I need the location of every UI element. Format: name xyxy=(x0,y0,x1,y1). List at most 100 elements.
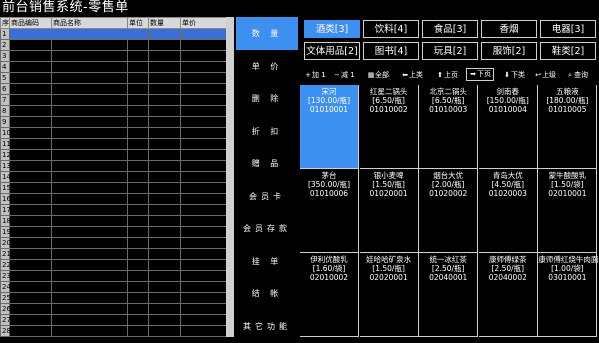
table-cell[interactable] xyxy=(127,149,149,161)
table-row[interactable]: 2 xyxy=(0,39,227,51)
table-cell[interactable] xyxy=(9,237,52,249)
category-button[interactable]: 电器[3] xyxy=(540,20,596,38)
table-cell[interactable] xyxy=(51,105,128,117)
column-header[interactable]: 数量 xyxy=(148,17,181,29)
table-cell[interactable] xyxy=(180,28,227,40)
table-cell[interactable] xyxy=(148,270,181,282)
table-row[interactable]: 19 xyxy=(0,226,227,238)
table-cell[interactable] xyxy=(9,116,52,128)
table-cell[interactable] xyxy=(51,72,128,84)
category-button[interactable]: 服饰[2] xyxy=(481,42,537,60)
other-functions-button[interactable]: 其它功能 xyxy=(236,310,298,343)
table-cell[interactable] xyxy=(127,281,149,293)
table-cell[interactable] xyxy=(51,171,128,183)
table-cell[interactable] xyxy=(180,83,227,95)
next-category-button[interactable]: ⬇下类 xyxy=(503,68,525,82)
table-cell[interactable] xyxy=(180,193,227,205)
table-cell[interactable] xyxy=(51,204,128,216)
table-row[interactable]: 23 xyxy=(0,270,227,282)
table-cell[interactable] xyxy=(127,138,149,150)
column-header[interactable]: 单位 xyxy=(127,17,149,29)
table-cell[interactable] xyxy=(51,325,128,337)
table-cell[interactable] xyxy=(9,303,52,315)
table-cell[interactable] xyxy=(127,28,149,40)
category-button[interactable]: 酒类[3] xyxy=(304,20,360,38)
table-cell[interactable] xyxy=(51,215,128,227)
product-tile[interactable]: 北京二锅头 [6.50/瓶] 01010003 xyxy=(419,85,479,169)
next-page-button[interactable]: ➡下页 xyxy=(466,68,494,81)
table-cell[interactable] xyxy=(127,127,149,139)
table-cell[interactable] xyxy=(148,314,181,326)
table-row[interactable]: 5 xyxy=(0,72,227,84)
table-cell[interactable] xyxy=(9,314,52,326)
table-row[interactable]: 14 xyxy=(0,171,227,183)
table-cell[interactable] xyxy=(180,94,227,106)
column-header[interactable]: 单价 xyxy=(180,17,227,29)
category-button[interactable]: 图书[4] xyxy=(363,42,419,60)
table-cell[interactable] xyxy=(51,50,128,62)
table-row[interactable]: 21 xyxy=(0,248,227,260)
order-grid[interactable]: 序商品编码 商品名称 单位 数量 单价 1 2 3 4 5 6 7 8 9 10 11 12 13 14 15 16 1… xyxy=(0,17,234,337)
table-cell[interactable] xyxy=(180,160,227,172)
table-cell[interactable] xyxy=(148,50,181,62)
table-cell[interactable] xyxy=(51,160,128,172)
table-cell[interactable] xyxy=(9,193,52,205)
table-cell[interactable] xyxy=(127,50,149,62)
table-cell[interactable] xyxy=(148,94,181,106)
column-header[interactable]: 商品编码 xyxy=(9,17,52,29)
table-cell[interactable] xyxy=(148,28,181,40)
category-button[interactable]: 文体用品[2] xyxy=(304,42,360,60)
table-cell[interactable] xyxy=(180,127,227,139)
prev-page-button[interactable]: ⬆上页 xyxy=(436,68,458,82)
table-cell[interactable] xyxy=(148,83,181,95)
category-button[interactable]: 饮料[4] xyxy=(363,20,419,38)
table-cell[interactable] xyxy=(127,193,149,205)
table-cell[interactable] xyxy=(127,314,149,326)
table-cell[interactable] xyxy=(9,171,52,183)
table-row[interactable]: 6 xyxy=(0,83,227,95)
table-cell[interactable] xyxy=(180,237,227,249)
table-cell[interactable] xyxy=(180,39,227,51)
table-cell[interactable] xyxy=(51,281,128,293)
table-cell[interactable] xyxy=(51,138,128,150)
table-cell[interactable] xyxy=(148,248,181,260)
product-tile[interactable]: 剑南春 [150.00/瓶] 01010004 xyxy=(478,85,538,169)
table-cell[interactable] xyxy=(180,292,227,304)
table-row[interactable]: 18 xyxy=(0,215,227,227)
table-cell[interactable] xyxy=(51,116,128,128)
table-cell[interactable] xyxy=(148,237,181,249)
table-cell[interactable] xyxy=(127,83,149,95)
table-cell[interactable] xyxy=(9,248,52,260)
checkout-button[interactable]: 结 帐 xyxy=(236,277,298,310)
table-cell[interactable] xyxy=(51,182,128,194)
table-cell[interactable] xyxy=(51,303,128,315)
table-cell[interactable] xyxy=(127,171,149,183)
table-cell[interactable] xyxy=(148,226,181,238)
table-cell[interactable] xyxy=(9,182,52,194)
table-cell[interactable] xyxy=(9,138,52,150)
table-cell[interactable] xyxy=(51,270,128,282)
table-cell[interactable] xyxy=(51,259,128,271)
column-header[interactable]: 序 xyxy=(0,17,10,29)
table-cell[interactable] xyxy=(127,270,149,282)
table-cell[interactable] xyxy=(148,281,181,293)
table-cell[interactable] xyxy=(9,83,52,95)
table-cell[interactable] xyxy=(51,193,128,205)
table-cell[interactable] xyxy=(127,303,149,315)
add-one-button[interactable]: +加 1 xyxy=(304,68,326,82)
table-cell[interactable] xyxy=(51,149,128,161)
table-cell[interactable] xyxy=(9,61,52,73)
table-cell[interactable] xyxy=(180,259,227,271)
table-cell[interactable] xyxy=(9,215,52,227)
table-cell[interactable] xyxy=(51,226,128,238)
table-row[interactable]: 9 xyxy=(0,116,227,128)
table-cell[interactable] xyxy=(180,116,227,128)
order-table[interactable]: 序商品编码 商品名称 单位 数量 单价 1 2 3 4 5 6 7 8 9 10 11 12 13 14 15 16 1… xyxy=(0,17,227,337)
table-row[interactable]: 4 xyxy=(0,61,227,73)
product-tile[interactable]: 茅台 [350.00/瓶] 01010006 xyxy=(300,169,359,253)
table-cell[interactable] xyxy=(127,237,149,249)
table-cell[interactable] xyxy=(148,61,181,73)
table-cell[interactable] xyxy=(51,39,128,51)
table-cell[interactable] xyxy=(127,94,149,106)
table-cell[interactable] xyxy=(51,28,128,40)
